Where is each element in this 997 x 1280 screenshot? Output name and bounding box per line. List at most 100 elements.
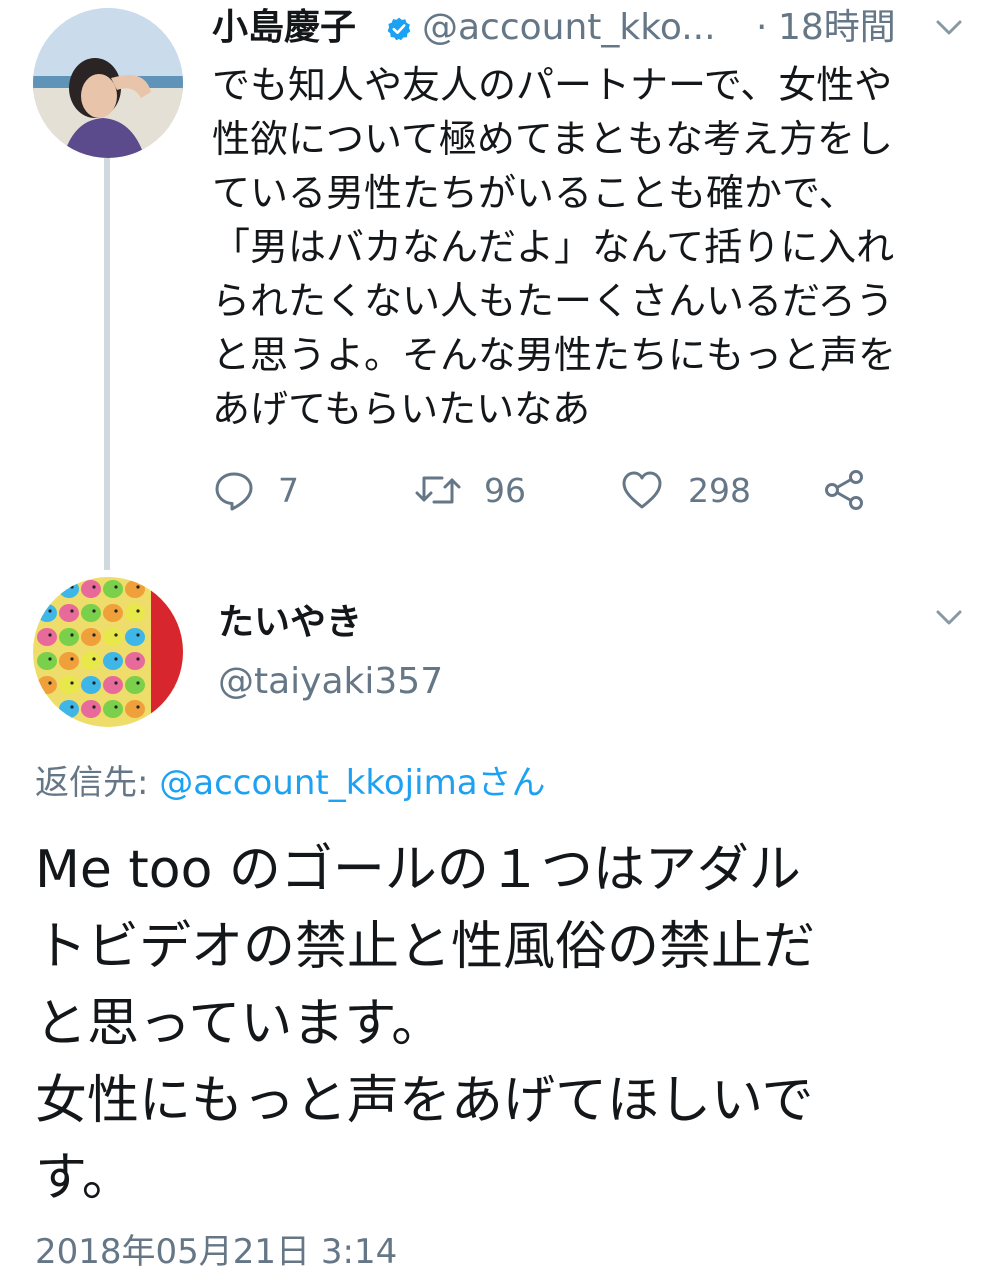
avatar-pattern-eye (70, 681, 74, 685)
avatar-pattern-dot (125, 652, 145, 670)
avatar-pattern-eye (136, 585, 140, 589)
like-button[interactable]: 298 (620, 466, 751, 514)
avatar-pattern-dot (81, 628, 101, 646)
avatar-pattern-dot (37, 700, 57, 718)
heart-icon (620, 468, 664, 512)
avatar-pattern-eye (92, 657, 96, 661)
tweet-text-line: られたくない人もたーくさんいるだろう (212, 279, 894, 323)
tweet-text-line: す。 (35, 1148, 134, 1208)
thread-connector-line (104, 158, 110, 570)
avatar-pattern-eye (92, 609, 96, 613)
author-handle-kojima[interactable]: @account_kko... (422, 6, 716, 50)
author-name-taiyaki[interactable]: たいやき (218, 601, 362, 645)
avatar-pattern-dot (59, 676, 79, 694)
tweet-text-line: ている男性たちがいることも確かで、 (212, 171, 857, 215)
avatar-pattern-eye (48, 633, 52, 637)
avatar-photo-icon (37, 577, 183, 727)
avatar-pattern-eye (48, 681, 52, 685)
tweet-body-taiyaki: Me too のゴールの１つはアダル トビデオの禁止と性風俗の禁止だ と思ってい… (35, 832, 975, 1217)
avatar-pattern-eye (48, 585, 52, 589)
retweet-count: 96 (484, 470, 526, 510)
avatar-kojima[interactable] (33, 8, 183, 158)
avatar-pattern-dot (125, 628, 145, 646)
avatar-pattern-dot (103, 676, 123, 694)
avatar-pattern-dot (59, 652, 79, 670)
tweet-text-line: Me too のゴールの１つはアダル (35, 840, 801, 900)
avatar-pattern-eye (70, 585, 74, 589)
share-icon (822, 468, 866, 512)
avatar-pattern-eye (136, 681, 140, 685)
avatar-pattern-dot (103, 652, 123, 670)
avatar-pattern-eye (48, 705, 52, 709)
tweet-text-line: 「男はバカなんだよ」なんて括りに入れ (212, 225, 895, 269)
avatar-pattern-eye (136, 609, 140, 613)
avatar-pattern-dot (103, 580, 123, 598)
reply-button[interactable]: 7 (212, 466, 299, 514)
avatar-pattern-dot (81, 676, 101, 694)
avatar-pattern-dot (59, 604, 79, 622)
avatar-pattern-dot (81, 652, 101, 670)
avatar-pattern-eye (136, 657, 140, 661)
share-button[interactable] (822, 466, 866, 514)
reply-context: 返信先: @account_kkojimaさん (35, 760, 546, 806)
avatar-pattern-strip (151, 577, 183, 727)
tweet-time[interactable]: 18時間 (778, 6, 896, 50)
tweet-text-line: 女性にもっと声をあげてほしいで (35, 1071, 814, 1131)
retweet-button[interactable]: 96 (412, 466, 526, 514)
avatar-pattern-dot (37, 676, 57, 694)
avatar-photo-icon (33, 8, 183, 158)
avatar-pattern-dot (125, 700, 145, 718)
tweet-text-line: と思うよ。そんな男性たちにもっと声を (212, 333, 897, 377)
avatar-pattern-dot (37, 652, 57, 670)
avatar-pattern-dot (81, 580, 101, 598)
tweet-text-line: 性欲について極めてまともな考え方をし (212, 117, 893, 161)
reply-to-label: 返信先: (35, 763, 160, 803)
avatar-pattern-dot (81, 700, 101, 718)
avatar-pattern-dot (125, 604, 145, 622)
time-separator: · (756, 7, 768, 48)
avatar-pattern-eye (114, 705, 118, 709)
author-handle-taiyaki[interactable]: @taiyaki357 (218, 660, 443, 704)
avatar-pattern-eye (70, 609, 74, 613)
avatar-pattern-eye (114, 681, 118, 685)
avatar-pattern-eye (70, 705, 74, 709)
avatar-pattern-dot (37, 580, 57, 598)
avatar-pattern-dot (59, 580, 79, 598)
avatar-pattern-eye (114, 657, 118, 661)
avatar-pattern-eye (114, 633, 118, 637)
avatar-pattern-dot (125, 676, 145, 694)
avatar-pattern-eye (136, 705, 140, 709)
avatar-pattern-dot (59, 628, 79, 646)
avatar-pattern-dot (37, 604, 57, 622)
avatar-pattern-eye (92, 585, 96, 589)
tweet-text-line: トビデオの禁止と性風俗の禁止だ (35, 917, 816, 977)
avatar-pattern-eye (136, 633, 140, 637)
tweet-body-kojima: でも知人や友人のパートナーで、女性や 性欲について極めてまともな考え方をし てい… (212, 58, 972, 436)
like-count: 298 (688, 470, 751, 510)
avatar-pattern-eye (92, 633, 96, 637)
reply-icon (212, 468, 256, 512)
tweet-timestamp[interactable]: 2018年05月21日 3:14 (35, 1230, 397, 1274)
avatar-pattern-eye (70, 633, 74, 637)
avatar-pattern-eye (48, 657, 52, 661)
avatar-pattern-eye (114, 609, 118, 613)
avatar-taiyaki[interactable] (33, 577, 183, 727)
tweet-text-line: あげてもらいたいなあ (212, 387, 591, 431)
avatar-pattern-eye (114, 585, 118, 589)
chevron-down-icon[interactable] (934, 18, 964, 42)
avatar-pattern-dot (103, 628, 123, 646)
avatar-pattern-dot (125, 580, 145, 598)
reply-to-link[interactable]: @account_kkojimaさん (159, 763, 545, 803)
reply-count: 7 (278, 470, 299, 510)
avatar-pattern-eye (70, 657, 74, 661)
avatar-pattern-eye (48, 609, 52, 613)
tweet-text-line: でも知人や友人のパートナーで、女性や (212, 63, 893, 107)
author-name-kojima[interactable]: 小島慶子 (212, 6, 356, 50)
tweet-text-line: と思っています。 (35, 994, 444, 1054)
retweet-icon (412, 468, 464, 512)
chevron-down-icon[interactable] (934, 608, 964, 632)
avatar-pattern-eye (92, 681, 96, 685)
avatar-pattern-dot (37, 628, 57, 646)
avatar-pattern-dot (81, 604, 101, 622)
avatar-pattern-dot (59, 700, 79, 718)
